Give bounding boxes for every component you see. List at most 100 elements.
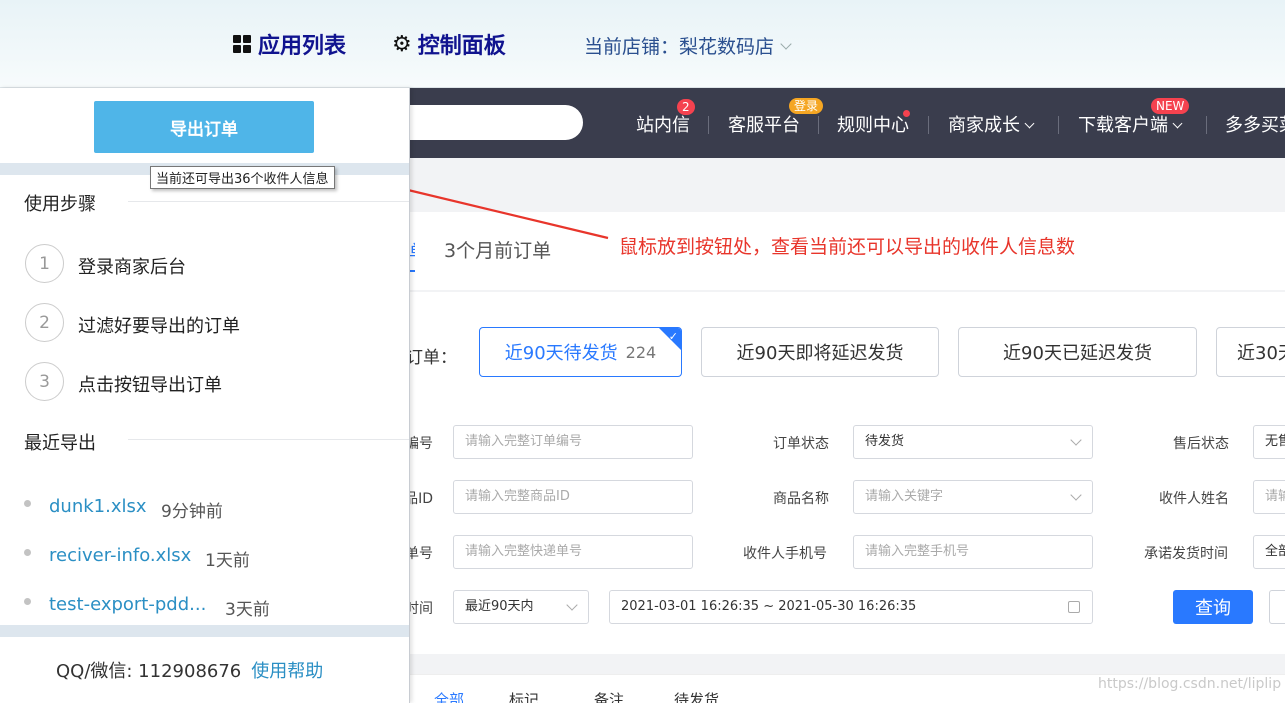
tab-mark[interactable]: 标记 bbox=[509, 689, 539, 703]
chevron-down-icon bbox=[1070, 434, 1082, 446]
login-badge: 登录 bbox=[789, 98, 824, 114]
nav-divider bbox=[1058, 116, 1059, 134]
notification-dot bbox=[903, 110, 910, 117]
search-button[interactable]: 查询 bbox=[1173, 590, 1253, 624]
calendar-icon bbox=[1068, 601, 1080, 613]
control-panel-button[interactable]: ⚙ 控制面板 bbox=[392, 28, 506, 60]
aftersale-select[interactable]: 无售后 bbox=[1253, 425, 1285, 459]
chevron-down-icon bbox=[566, 599, 578, 611]
promise-label: 承诺发货时间 bbox=[1144, 546, 1228, 562]
list-bullet bbox=[24, 598, 31, 605]
help-link[interactable]: 使用帮助 bbox=[251, 661, 323, 682]
steps-title: 使用步骤 bbox=[24, 194, 96, 215]
goods-name-label: 商品名称 bbox=[773, 491, 829, 507]
export-panel: 导出订单 使用步骤 1 登录商家后台 2 过滤好要导出的订单 3 点击按钮导出订… bbox=[0, 88, 410, 703]
date-range-value: 2021-03-01 16:26:35 ~ 2021-05-30 16:26:3… bbox=[621, 599, 917, 614]
quick-filter-label: 近90天即将延迟发货 bbox=[736, 343, 904, 364]
date-range-picker[interactable]: 2021-03-01 16:26:35 ~ 2021-05-30 16:26:3… bbox=[609, 590, 1093, 624]
quick-filter-30d[interactable]: 近30天 bbox=[1216, 327, 1285, 377]
promise-select[interactable]: 全部 bbox=[1253, 535, 1285, 569]
list-bullet bbox=[24, 549, 31, 556]
chevron-down-icon bbox=[1024, 118, 1035, 129]
annotation-text: 鼠标放到按钮处，查看当前还可以导出的收件人信息数 bbox=[619, 236, 1076, 258]
reset-button[interactable] bbox=[1269, 590, 1285, 624]
time-range-select[interactable]: 最近90天内 bbox=[453, 590, 589, 624]
nav-divider bbox=[1206, 116, 1207, 134]
nav-divider bbox=[928, 116, 929, 134]
recent-file-link[interactable]: test-export-pdd... bbox=[49, 594, 206, 615]
receiver-name-label: 收件人姓名 bbox=[1159, 491, 1229, 507]
new-badge: NEW bbox=[1151, 98, 1190, 114]
nav-download-label: 下载客户端 bbox=[1078, 115, 1168, 136]
step-label: 点击按钮导出订单 bbox=[78, 375, 222, 396]
chevron-down-icon bbox=[780, 37, 792, 50]
goods-name-select[interactable]: 请输入关键字 bbox=[853, 480, 1093, 514]
tab-all[interactable]: 全部 bbox=[434, 689, 464, 703]
nav-item-service[interactable]: 客服平台 bbox=[728, 111, 800, 137]
nav-search-input[interactable] bbox=[409, 105, 583, 140]
step-number: 1 bbox=[25, 244, 64, 283]
extension-bar: 应用列表 ⚙ 控制面板 当前店铺：梨花数码店 bbox=[0, 0, 1285, 88]
nav-growth-label: 商家成长 bbox=[948, 115, 1020, 136]
shop-selector[interactable]: 当前店铺：梨花数码店 bbox=[584, 32, 792, 59]
watermark: https://blog.csdn.net/liplip bbox=[1098, 676, 1282, 692]
quick-filter-label: 近30天 bbox=[1237, 343, 1285, 364]
nav-divider bbox=[708, 116, 709, 134]
order-status-value: 待发货 bbox=[865, 434, 905, 449]
quick-filter-pending-90d[interactable]: 近90天待发货 224 ✓ bbox=[479, 327, 682, 377]
recent-file-link[interactable]: reciver-info.xlsx bbox=[49, 545, 191, 566]
time-range-value: 最近90天内 bbox=[465, 599, 534, 614]
control-panel-label: 控制面板 bbox=[417, 34, 506, 59]
message-count-badge: 2 bbox=[677, 99, 695, 115]
order-status-select[interactable]: 待发货 bbox=[853, 425, 1093, 459]
export-orders-button[interactable]: 导出订单 bbox=[94, 101, 314, 153]
panel-divider bbox=[0, 625, 409, 637]
nav-item-download[interactable]: 下载客户端 bbox=[1078, 111, 1183, 137]
top-nav: 站内信 2 客服平台 登录 规则中心 商家成长 下载客户端 NEW 多多买菜 bbox=[409, 88, 1285, 158]
recent-file-time: 3天前 bbox=[225, 600, 270, 620]
tab-three-month-orders[interactable]: 3个月前订单 bbox=[444, 236, 551, 263]
phone-input[interactable]: 请输入完整手机号 bbox=[853, 535, 1093, 569]
receiver-name-input[interactable]: 请输入 bbox=[1253, 480, 1285, 514]
quick-filter-label: 近90天待发货 bbox=[504, 343, 618, 364]
step-number: 2 bbox=[25, 303, 64, 342]
step-number: 3 bbox=[25, 362, 64, 401]
nav-divider bbox=[818, 116, 819, 134]
recent-file-link[interactable]: dunk1.xlsx bbox=[49, 496, 147, 517]
recent-file-time: 1天前 bbox=[205, 551, 250, 571]
chevron-down-icon bbox=[1172, 118, 1183, 129]
tab-note[interactable]: 备注 bbox=[594, 689, 624, 703]
step-label: 登录商家后台 bbox=[78, 257, 186, 278]
quick-filter-soon-delayed[interactable]: 近90天即将延迟发货 bbox=[701, 327, 939, 377]
recent-file-time: 9分钟前 bbox=[161, 502, 223, 522]
quick-filter-count: 224 bbox=[625, 342, 657, 362]
quick-filter-delayed[interactable]: 近90天已延迟发货 bbox=[958, 327, 1197, 377]
shop-label: 当前店铺：梨花数码店 bbox=[584, 36, 775, 58]
contact-line: QQ/微信: 112908676 使用帮助 bbox=[56, 657, 323, 683]
goods-id-input[interactable]: 请输入完整商品ID bbox=[453, 480, 693, 514]
phone-label: 收件人手机号 bbox=[743, 546, 827, 562]
section-divider bbox=[128, 439, 409, 440]
app-list-button[interactable]: 应用列表 bbox=[233, 28, 346, 60]
order-no-input[interactable]: 请输入完整订单编号 bbox=[453, 425, 693, 459]
app-list-label: 应用列表 bbox=[258, 34, 347, 59]
grid-icon bbox=[233, 35, 251, 53]
tab-pending[interactable]: 待发货 bbox=[674, 689, 719, 703]
aftersale-label: 售后状态 bbox=[1173, 436, 1229, 452]
tracking-input[interactable]: 请输入完整快递单号 bbox=[453, 535, 693, 569]
nav-item-growth[interactable]: 商家成长 bbox=[948, 111, 1035, 137]
section-divider bbox=[128, 201, 409, 202]
list-bullet bbox=[24, 500, 31, 507]
filter-area: 快捷筛选订单： 近90天待发货 224 ✓ 近90天即将延迟发货 近90天已延迟… bbox=[409, 292, 1285, 654]
nav-item-grocery[interactable]: 多多买菜 bbox=[1225, 111, 1285, 137]
nav-item-rules[interactable]: 规则中心 bbox=[837, 111, 909, 137]
order-status-label: 订单状态 bbox=[773, 436, 829, 452]
contact-info: QQ/微信: 112908676 bbox=[56, 661, 242, 682]
gear-icon: ⚙ bbox=[392, 31, 412, 57]
nav-item-messages[interactable]: 站内信 bbox=[636, 111, 690, 137]
chevron-down-icon bbox=[1070, 489, 1082, 501]
export-quota-tooltip: 当前还可导出36个收件人信息 bbox=[150, 166, 335, 189]
check-icon: ✓ bbox=[668, 330, 678, 343]
recent-title: 最近导出 bbox=[24, 433, 96, 454]
goods-name-placeholder: 请输入关键字 bbox=[865, 489, 944, 504]
